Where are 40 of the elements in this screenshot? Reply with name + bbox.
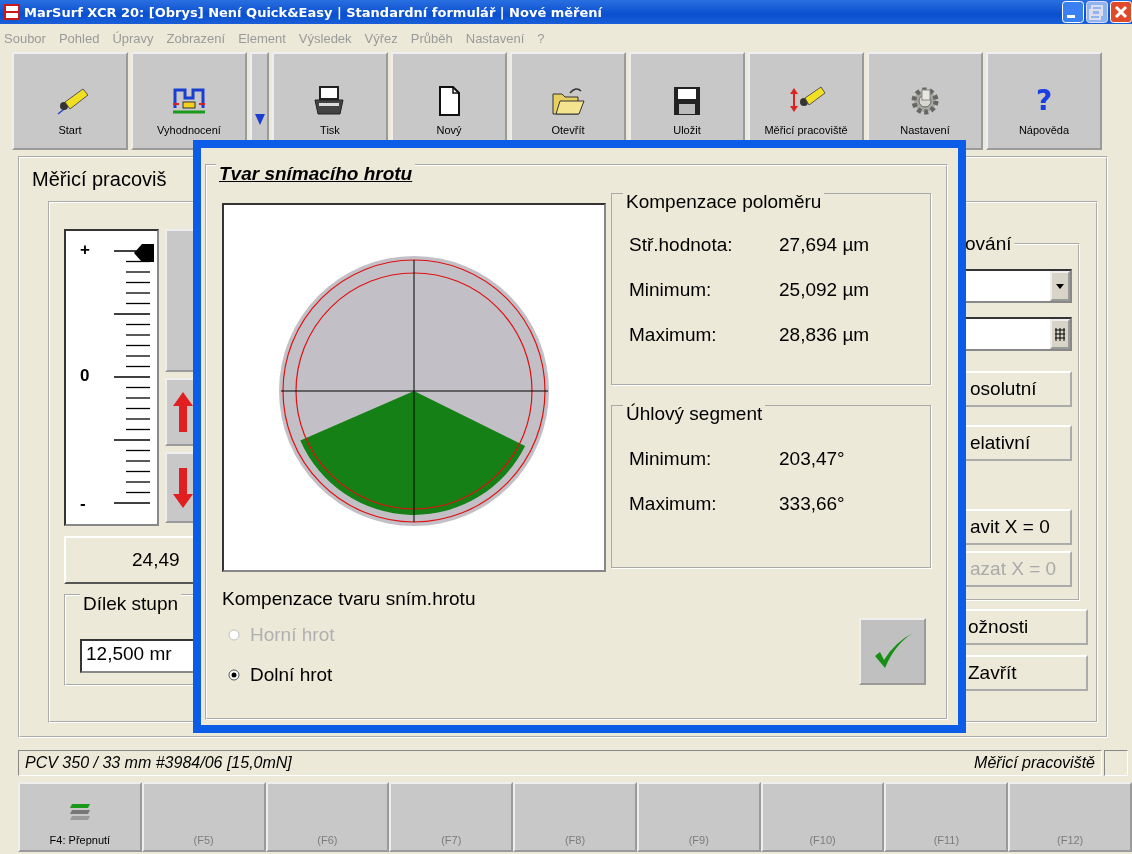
group-title: Úhlový segment	[623, 403, 766, 425]
toolbar-button[interactable]: Vyhodnocení	[131, 52, 247, 150]
field-value: 28,836 µm	[779, 324, 871, 346]
minus-label: -	[80, 494, 86, 513]
group-title: Kompenzace poloměru	[623, 191, 825, 213]
window-title: MarSurf XCR 20: [Obrys] Není Quick&Easy | Standardní formulář | Nové měření	[24, 4, 604, 20]
toolbar-button[interactable]: Nastavení	[867, 52, 983, 150]
dialog-title: Tvar snímacího hrotu	[216, 163, 416, 185]
panel-title: Měřicí pracoviš	[32, 168, 167, 191]
maximize-icon[interactable]	[1086, 1, 1108, 23]
status-text: Měřicí pracoviště	[974, 754, 1095, 772]
group-title: Kompenzace tvaru sním.hrotu	[222, 588, 476, 610]
field-value: 27,694 µm	[779, 234, 871, 256]
field-label: Stř.hodnota:	[629, 234, 734, 256]
help-icon: ?	[1035, 84, 1053, 118]
toolbar-button[interactable]: Start	[12, 52, 128, 150]
minimize-icon[interactable]	[1062, 1, 1084, 23]
field-value: 25,092 µm	[779, 279, 871, 301]
field-label: Minimum:	[629, 448, 713, 470]
radio-button[interactable]: Dolní hrot	[228, 664, 476, 686]
plus-label: +	[80, 240, 90, 259]
field-value: 333,66°	[779, 493, 846, 515]
caret-icon	[253, 112, 266, 126]
group-title: Dílek stupn	[80, 593, 182, 615]
status-text: PCV 350 / 33 mm #3984/06 [15,0mN]	[25, 754, 292, 772]
down-arrow-icon	[171, 465, 195, 510]
ok-button[interactable]	[859, 618, 926, 685]
zero-label: 0	[80, 366, 90, 385]
status-panel	[1104, 750, 1128, 776]
up-arrow-icon	[171, 390, 195, 434]
field-label: Maximum:	[629, 324, 718, 346]
field-value: 203,47°	[779, 448, 846, 470]
close-icon[interactable]	[1110, 1, 1132, 23]
caret-icon	[1056, 283, 1064, 289]
field-label: Minimum:	[629, 279, 713, 301]
app-icon	[4, 4, 20, 20]
function-key[interactable]: F4: Přepnutí	[18, 782, 142, 852]
field-label: Maximum:	[629, 493, 718, 515]
grid-icon	[1055, 327, 1065, 341]
toolbar-button[interactable]: ? Nápověda	[986, 52, 1102, 150]
